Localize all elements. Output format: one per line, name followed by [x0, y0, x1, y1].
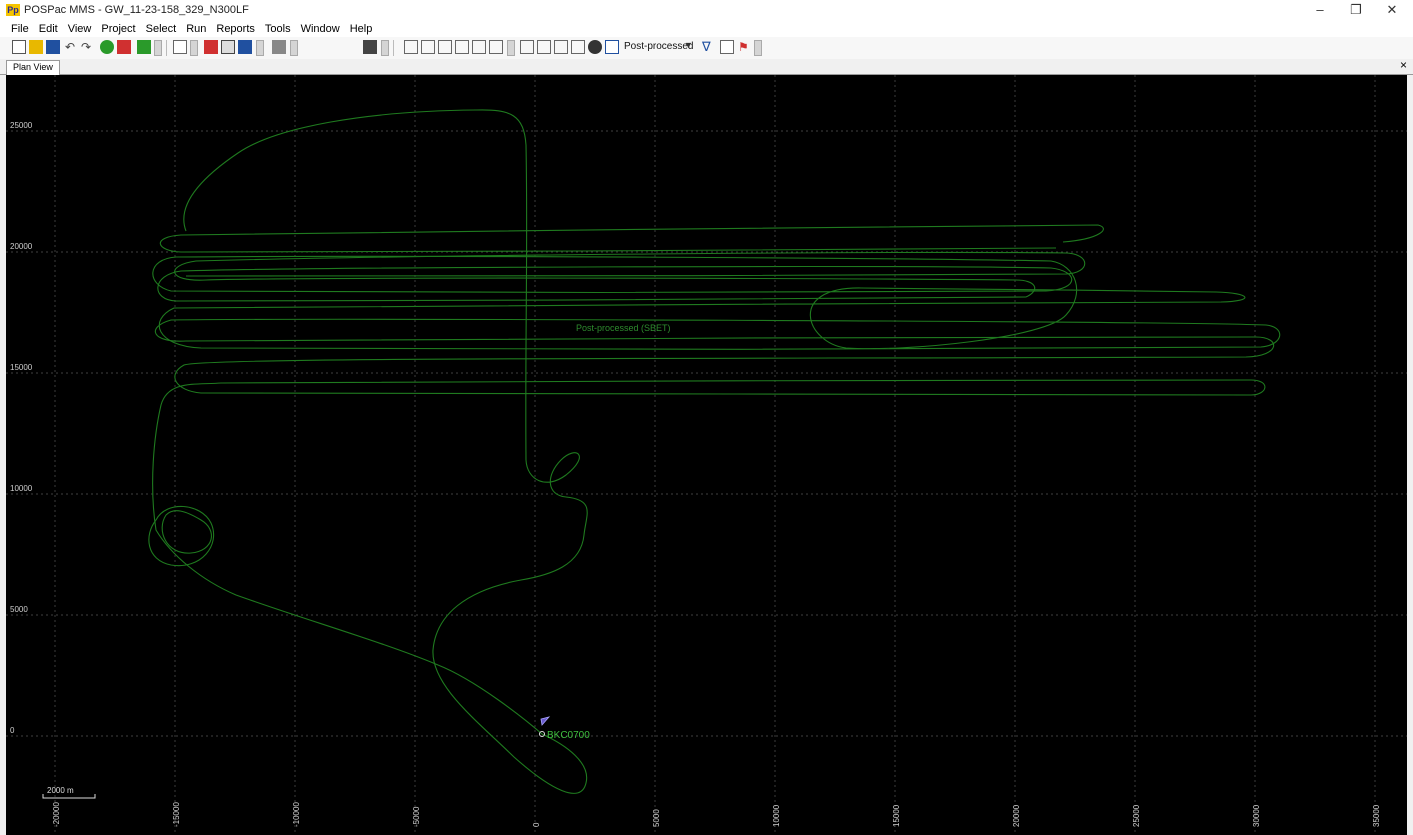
station-label: BKC0700 — [547, 730, 590, 741]
toolbar-overflow-7[interactable] — [754, 40, 762, 56]
plot-3-icon[interactable] — [438, 40, 452, 54]
tab-plan-view[interactable]: Plan View — [6, 60, 60, 75]
toolbar-separator — [393, 40, 394, 56]
menu-select[interactable]: Select — [141, 23, 182, 35]
plan-view-canvas[interactable]: -20000 -15000 -10000 -5000 0 5000 10000 15000 20… — [6, 75, 1407, 835]
plot-1-icon[interactable] — [404, 40, 418, 54]
run-icon[interactable] — [137, 40, 151, 54]
save-icon[interactable] — [46, 40, 60, 54]
window-title: POSPac MMS - GW_11-23-158_329_N300LF — [24, 4, 249, 16]
toolbar-overflow-6[interactable] — [507, 40, 515, 56]
menu-edit[interactable]: Edit — [34, 23, 63, 35]
chart-icon[interactable] — [605, 40, 619, 54]
toolbar-overflow-3[interactable] — [256, 40, 264, 56]
y-tick-label: 25000 — [10, 121, 33, 130]
close-tab-icon[interactable]: × — [1400, 58, 1407, 72]
plot-6-icon[interactable] — [489, 40, 503, 54]
zoom-3-icon[interactable] — [554, 40, 568, 54]
x-tick-label: 5000 — [652, 809, 661, 827]
y-tick-label: 15000 — [10, 363, 33, 372]
y-tick-label: 20000 — [10, 242, 33, 251]
x-tick-label: 10000 — [772, 804, 781, 827]
x-tick-label: -5000 — [412, 806, 421, 827]
title-bar: Pp POSPac MMS - GW_11-23-158_329_N300LF … — [0, 0, 1413, 20]
trajectory-segment — [159, 224, 1104, 253]
restore-button[interactable]: ❐ — [1339, 0, 1373, 20]
trajectory-segment — [148, 505, 215, 567]
menu-view[interactable]: View — [63, 23, 97, 35]
flag-marker-icon — [540, 716, 551, 726]
flag-icon[interactable]: ⚑ — [738, 40, 752, 54]
zoom-1-icon[interactable] — [520, 40, 534, 54]
trajectory-path — [148, 109, 1281, 794]
window-icon[interactable] — [720, 40, 734, 54]
toolbar-separator — [166, 40, 167, 56]
menu-file[interactable]: File — [6, 23, 34, 35]
toolbar-overflow-5[interactable] — [381, 40, 389, 56]
menu-reports[interactable]: Reports — [211, 23, 260, 35]
mode-select-caret-icon[interactable]: ▼ — [684, 40, 693, 50]
x-tick-label: -10000 — [292, 802, 301, 827]
layers-icon[interactable] — [221, 40, 235, 54]
base-station-marker[interactable]: BKC0700 — [539, 716, 591, 741]
plot-5-icon[interactable] — [472, 40, 486, 54]
x-tick-label: 0 — [532, 822, 541, 827]
x-axis-labels: -20000 -15000 -10000 -5000 0 5000 10000 15000 20… — [52, 802, 1381, 827]
satellite-icon[interactable] — [238, 40, 252, 54]
document-tabs: Plan View × — [0, 58, 1413, 75]
y-axis-labels: 25000 20000 15000 10000 5000 0 — [10, 121, 33, 735]
scale-label: 2000 m — [47, 786, 74, 795]
x-tick-label: -15000 — [172, 802, 181, 827]
toolbar-overflow-2[interactable] — [190, 40, 198, 56]
zoom-4-icon[interactable] — [571, 40, 585, 54]
globe-icon[interactable] — [588, 40, 602, 54]
toolbar-overflow-4[interactable] — [290, 40, 298, 56]
process-icon[interactable] — [272, 40, 286, 54]
minimize-button[interactable]: – — [1303, 0, 1337, 20]
close-window-button[interactable]: ✕ — [1375, 0, 1409, 20]
menu-project[interactable]: Project — [96, 23, 140, 35]
menu-run[interactable]: Run — [181, 23, 211, 35]
y-tick-label: 5000 — [10, 605, 28, 614]
y-tick-label: 10000 — [10, 484, 33, 493]
y-tick-label: 0 — [10, 726, 15, 735]
menu-window[interactable]: Window — [296, 23, 345, 35]
menu-tools[interactable]: Tools — [260, 23, 296, 35]
export-icon[interactable] — [117, 40, 131, 54]
trajectory-segment — [152, 255, 1281, 735]
zoom-2-icon[interactable] — [537, 40, 551, 54]
x-tick-label: 25000 — [1132, 804, 1141, 827]
scale-bar: 2000 m — [42, 786, 96, 799]
plot-4-icon[interactable] — [455, 40, 469, 54]
app-logo-icon: Pp — [6, 4, 20, 16]
gnss-icon[interactable] — [204, 40, 218, 54]
redo-icon[interactable]: ↷ — [81, 40, 95, 54]
new-project-icon[interactable] — [12, 40, 26, 54]
grid-lines — [6, 75, 1407, 835]
x-tick-label: 20000 — [1012, 804, 1021, 827]
trajectory-label: Post-processed (SBET) — [576, 323, 671, 333]
trajectory-segment — [161, 510, 212, 554]
menu-bar: File Edit View Project Select Run Report… — [0, 20, 1413, 37]
x-tick-label: 35000 — [1372, 804, 1381, 827]
undo-icon[interactable]: ↶ — [65, 40, 79, 54]
open-project-icon[interactable] — [29, 40, 43, 54]
copy-icon[interactable] — [173, 40, 187, 54]
toolbar: ↶ ↷ Post-processed ▼ ∇ ⚑ — [0, 37, 1413, 60]
x-tick-label: 30000 — [1252, 804, 1261, 827]
menu-help[interactable]: Help — [345, 23, 378, 35]
trajectory-segment — [183, 109, 588, 794]
x-tick-label: 15000 — [892, 804, 901, 827]
filter-icon[interactable]: ∇ — [702, 40, 716, 54]
plot-2-icon[interactable] — [421, 40, 435, 54]
display-icon[interactable] — [363, 40, 377, 54]
toolbar-overflow-1[interactable] — [154, 40, 162, 56]
x-tick-label: -20000 — [52, 802, 61, 827]
import-icon[interactable] — [100, 40, 114, 54]
